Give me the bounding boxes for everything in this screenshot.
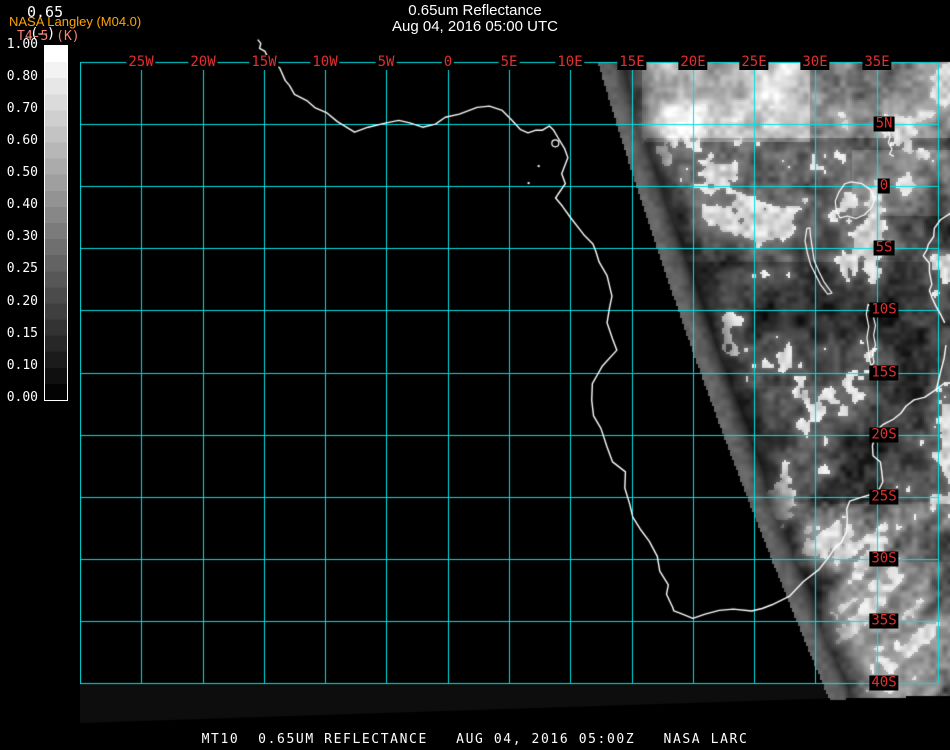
lon-label-20e: 20E [678, 54, 708, 70]
footer-caption: MT10 0.65UM REFLECTANCE AUG 04, 2016 05:… [201, 732, 749, 747]
colorbar-tick: 0.00 [6, 390, 38, 405]
colorbar-tick: 0.15 [6, 326, 38, 341]
lat-label-40s: 40S [869, 674, 899, 691]
lat-label-10s: 10S [869, 301, 899, 318]
lon-label-0: 0 [441, 54, 455, 70]
lon-label-5e: 5E [498, 54, 520, 70]
lon-label-15e: 15E [617, 54, 647, 70]
colorbar-tick: 0.60 [6, 133, 38, 148]
lat-label-20s: 20S [869, 426, 899, 443]
lon-label-15w: 15W [249, 54, 279, 70]
lat-label-15s: 15S [869, 364, 899, 381]
colorbar-tick: 0.70 [6, 101, 38, 116]
reflectance-colorbar [44, 45, 68, 401]
colorbar-tick: 0.80 [6, 69, 38, 84]
colorbar-scale: 1.00 0.80 0.70 0.60 0.50 0.40 0.30 0.25 … [0, 0, 38, 750]
lon-label-10e: 10E [555, 54, 585, 70]
lon-label-25w: 25W [126, 54, 156, 70]
lon-label-30e: 30E [800, 54, 830, 70]
lon-label-20w: 20W [188, 54, 218, 70]
colorbar-tick: 1.00 [6, 37, 38, 52]
timestamp-subtitle: Aug 04, 2016 05:00 UTC [392, 18, 558, 35]
colorbar-tick: 0.20 [6, 294, 38, 309]
satellite-quicklook-image: 0.65um Reflectance Aug 04, 2016 05:00 UT… [0, 0, 950, 750]
lon-label-10w: 10W [310, 54, 340, 70]
colorbar-tick: 0.50 [6, 165, 38, 180]
lat-label-5s: 5S [873, 239, 895, 256]
colorbar-tick: 0.30 [6, 229, 38, 244]
lat-label-25s: 25S [869, 488, 899, 505]
colorbar-tick: 0.25 [6, 261, 38, 276]
lon-label-5w: 5W [375, 54, 397, 70]
page-title: 0.65um Reflectance [408, 2, 542, 19]
colorbar-tick: 0.10 [6, 358, 38, 373]
lon-label-35e: 35E [862, 54, 892, 70]
lat-label-5n: 5N [873, 115, 895, 132]
colorbar-tick: 0.40 [6, 197, 38, 212]
lon-label-25e: 25E [739, 54, 769, 70]
satellite-map-canvas [80, 35, 950, 723]
lat-label-30s: 30S [869, 550, 899, 567]
lat-label-0: 0 [877, 177, 891, 194]
lat-label-35s: 35S [869, 612, 899, 629]
